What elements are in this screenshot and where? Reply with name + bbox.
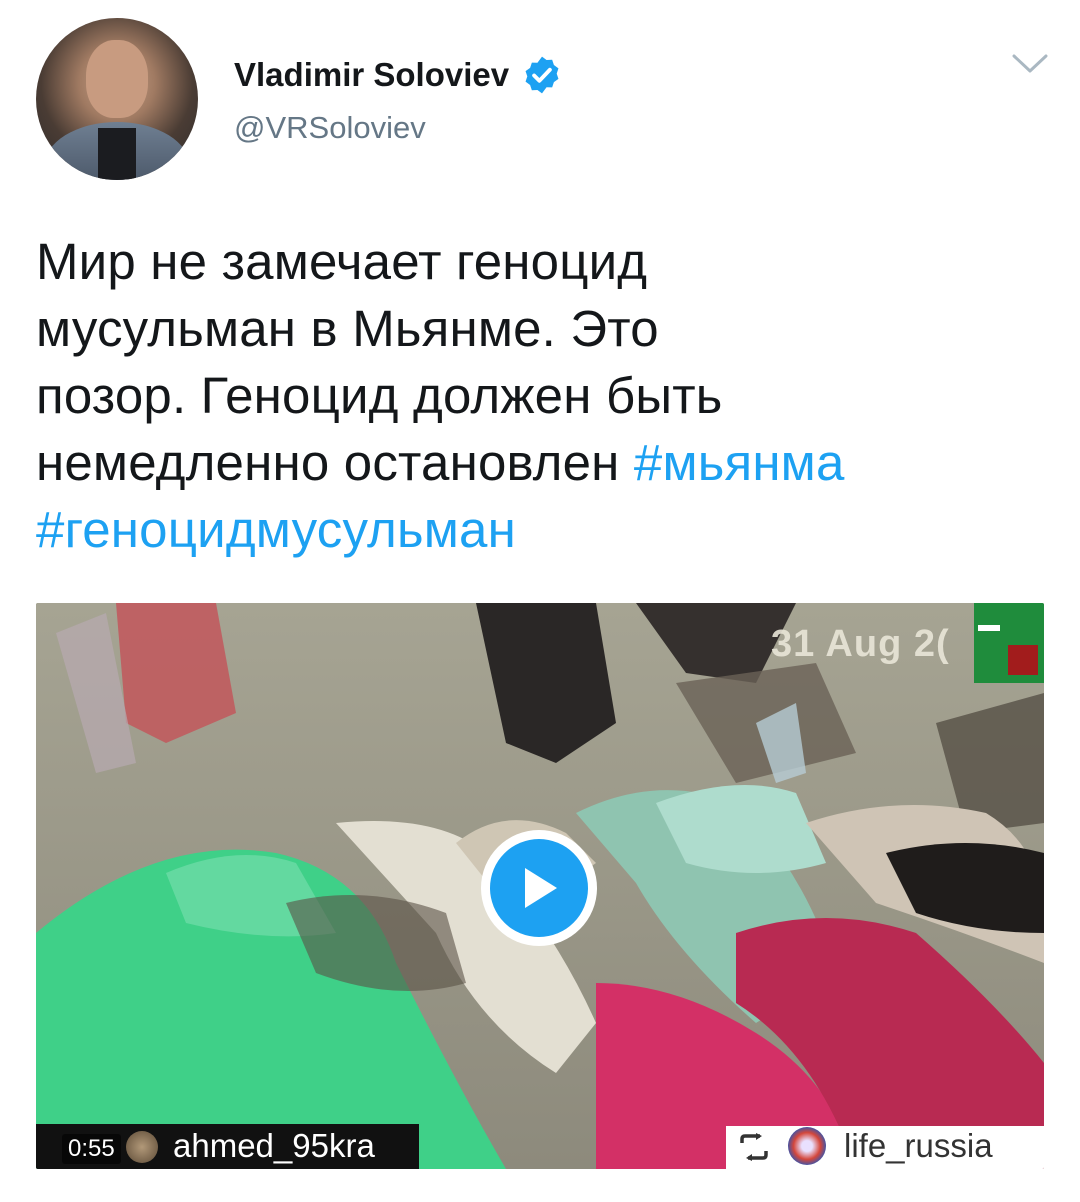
- author-avatar[interactable]: [36, 18, 198, 180]
- play-icon: [525, 868, 557, 908]
- avatar-head: [86, 40, 148, 118]
- tweet-line: немедленно остановлен #мьянма: [36, 429, 1046, 496]
- tweet-line: мусульман в Мьянме. Это: [36, 300, 659, 357]
- verified-icon: [525, 56, 559, 94]
- channel-logo: [974, 603, 1044, 683]
- video-date-overlay: 31 Aug 2(: [771, 623, 950, 665]
- tweet-line: позор. Геноцид должен быть: [36, 367, 723, 424]
- hashtag-myanmar[interactable]: #мьянма: [634, 434, 845, 491]
- overlay-channel-avatar: [788, 1127, 826, 1165]
- video-duration-badge: 0:55: [62, 1134, 121, 1164]
- repost-icon: [740, 1133, 768, 1161]
- video-player[interactable]: 31 Aug 2( ahmed_95kra 0:55 life_russia: [36, 603, 1044, 1169]
- avatar-shirt: [98, 128, 136, 180]
- author-name[interactable]: Vladimir Soloviev: [234, 54, 563, 96]
- overlay-user-avatar: [126, 1131, 158, 1163]
- play-button[interactable]: [481, 830, 597, 946]
- logo-white-stripe: [978, 625, 1000, 631]
- author-name-text: Vladimir Soloviev: [234, 56, 510, 93]
- logo-red-square: [1008, 645, 1038, 675]
- chevron-down-icon[interactable]: [1010, 52, 1050, 76]
- play-button-inner: [490, 839, 588, 937]
- overlay-username-right: life_russia: [844, 1127, 993, 1164]
- tweet-text: Мир не замечает геноцид мусульман в Мьян…: [36, 228, 1046, 563]
- tweet-line: Мир не замечает геноцид: [36, 233, 648, 290]
- hashtag-genocide[interactable]: #геноцидмусульман: [36, 496, 1046, 563]
- author-handle[interactable]: @VRSoloviev: [234, 110, 426, 146]
- tweet-line-text: немедленно остановлен: [36, 434, 634, 491]
- overlay-username-left: ahmed_95kra: [173, 1127, 375, 1164]
